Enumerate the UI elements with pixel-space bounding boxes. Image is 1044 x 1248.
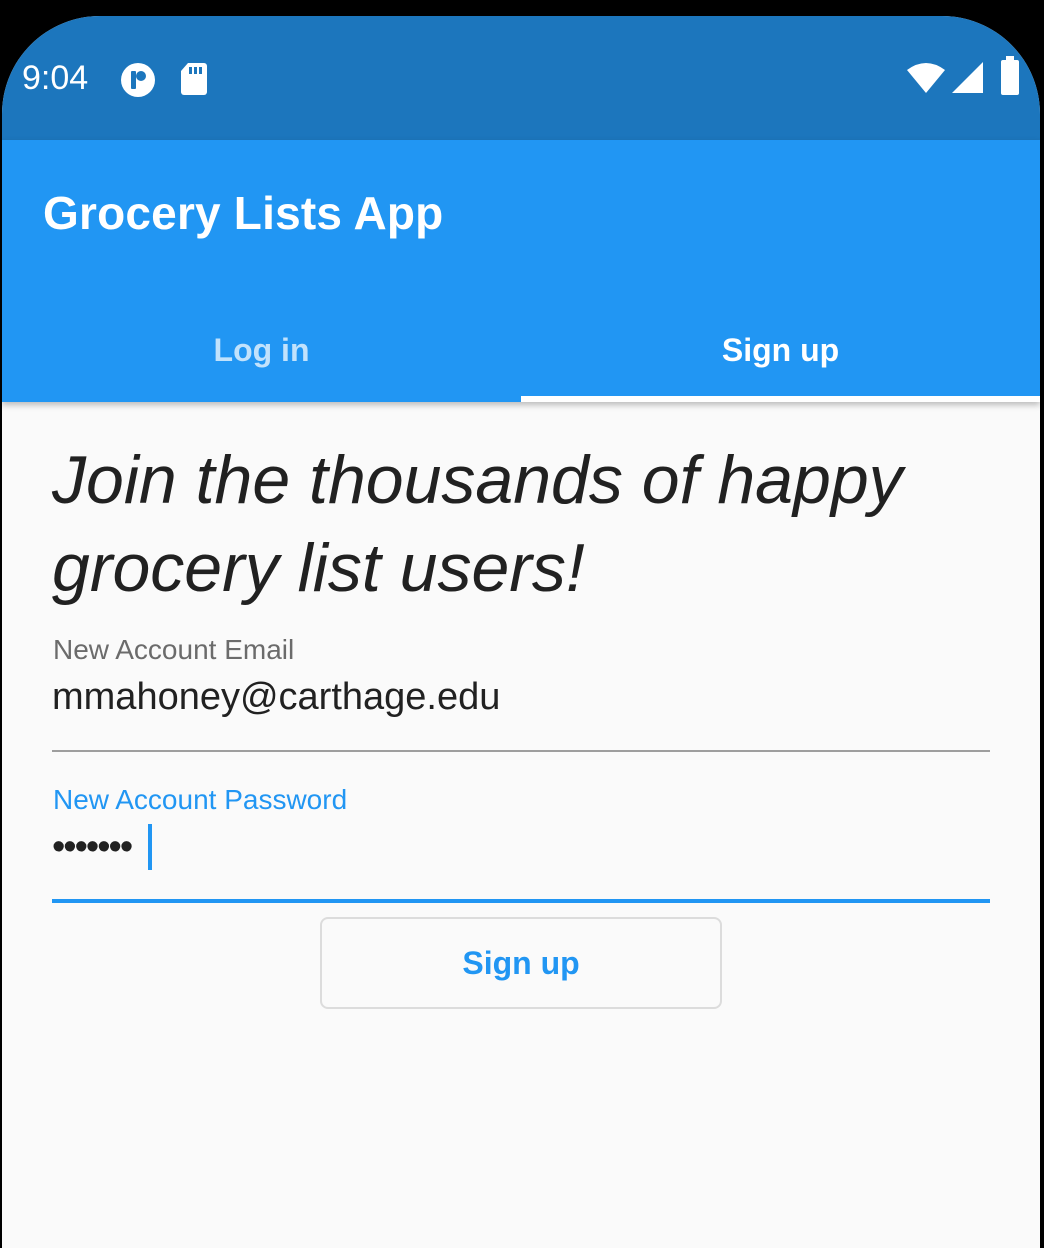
app-bar: Grocery Lists App Log in Sign up: [2, 140, 1040, 402]
tab-sign-up[interactable]: Sign up: [521, 298, 1040, 402]
sign-up-button[interactable]: Sign up: [320, 917, 722, 1009]
phone-screen: 9:04 DEBUG Grocery Lists App Log in Sign…: [2, 16, 1040, 1248]
tab-log-in[interactable]: Log in: [2, 298, 521, 402]
sd-card-icon: [180, 62, 208, 101]
email-field-underline: [52, 750, 990, 752]
wifi-icon: [906, 62, 946, 99]
app-title: Grocery Lists App: [43, 187, 444, 239]
email-input-area[interactable]: [52, 626, 990, 752]
password-input-area[interactable]: [52, 776, 990, 902]
status-time: 9:04: [22, 59, 89, 97]
password-field-underline: [52, 899, 990, 903]
signal-icon: [950, 60, 984, 99]
app-notification-icon: [120, 62, 156, 103]
page-headline: Join the thousands of happy grocery list…: [52, 442, 903, 606]
tab-indicator: [521, 396, 1040, 402]
status-bar: 9:04 DEBUG: [2, 16, 1040, 140]
battery-icon: [1000, 56, 1020, 101]
